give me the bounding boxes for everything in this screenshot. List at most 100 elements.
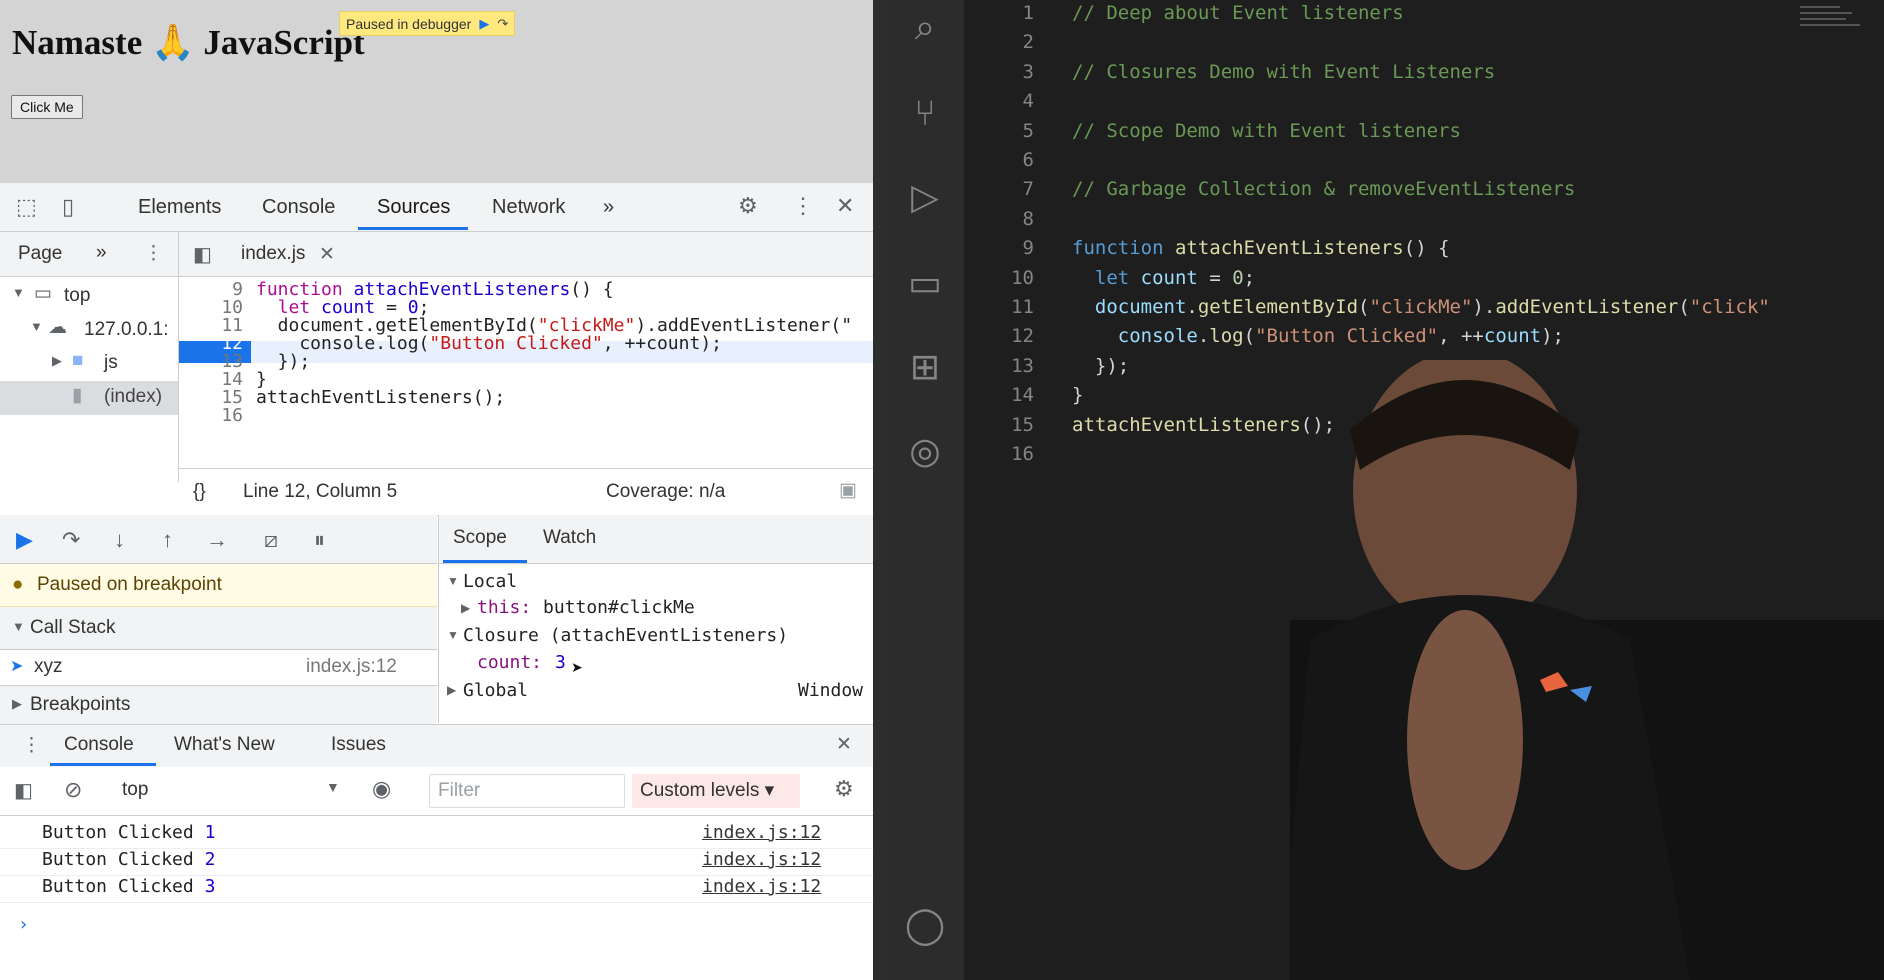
minimap[interactable] [1800, 4, 1866, 30]
line-number[interactable]: 16 [179, 405, 243, 426]
editor-code-line[interactable]: } [1072, 384, 1083, 406]
scope-this-value[interactable]: button#clickMe [543, 597, 695, 618]
expand-arrow-icon[interactable]: ▼ [30, 319, 43, 334]
filter-input[interactable]: Filter [429, 774, 625, 808]
console-log-source-link[interactable]: index.js:12 [702, 876, 821, 897]
expand-arrow-icon[interactable]: ▼ [447, 574, 459, 588]
scope-local[interactable]: Local [463, 571, 517, 592]
call-frame-row[interactable]: ➤ xyz index.js:12 [0, 650, 437, 684]
call-stack-header[interactable]: Call Stack [30, 617, 116, 639]
inspect-element-icon[interactable]: ⬚ [16, 194, 37, 220]
more-tabs-button[interactable]: » [603, 196, 614, 219]
collapse-arrow-icon[interactable]: ▶ [461, 601, 470, 615]
scope-global[interactable]: Global [463, 680, 528, 701]
collapse-arrow-icon[interactable]: ▶ [447, 683, 456, 697]
source-control-icon[interactable]: ⑂ [886, 92, 964, 134]
devtools-tab-bar: ⬚ ▯ Elements Console Sources Network » ⚙… [0, 183, 873, 232]
breakpoints-section[interactable]: ▶ Breakpoints [0, 685, 437, 725]
pretty-print-button[interactable]: {} [193, 481, 206, 503]
editor-code-line[interactable]: function attachEventListeners() { [1072, 237, 1450, 259]
navigator-pane: Page » ⋮ ▼ ▭ top ▼ ☁ 127.0.0.1: ▶ ■ js ▮… [0, 232, 179, 482]
tab-watch[interactable]: Watch [543, 527, 596, 549]
drawer-menu-icon[interactable]: ⋮ [22, 734, 41, 757]
coverage-toggle-icon[interactable]: ▣ [839, 479, 857, 502]
tab-scope[interactable]: Scope [453, 527, 507, 549]
tree-item-host[interactable]: 127.0.0.1: [84, 319, 169, 341]
step-icon[interactable]: → [206, 527, 228, 553]
resume-icon[interactable]: ▶ [16, 527, 33, 553]
call-frame-name[interactable]: xyz [34, 656, 63, 678]
run-debug-icon[interactable]: ▷ [886, 176, 964, 218]
remote-explorer-icon[interactable]: ▭ [886, 262, 964, 304]
editor-code-line[interactable]: // Scope Demo with Event listeners [1072, 120, 1461, 142]
drawer-tab-console[interactable]: Console [64, 734, 134, 756]
settings-gear-icon[interactable]: ⚙ [738, 193, 758, 219]
show-sidebar-icon[interactable]: ◧ [14, 778, 33, 803]
tab-console[interactable]: Console [262, 196, 335, 219]
close-drawer-icon[interactable]: ✕ [836, 733, 852, 756]
context-selector[interactable]: top [122, 779, 148, 801]
presenter-webcam-overlay [1290, 360, 1884, 980]
collapse-arrow-icon[interactable]: ▶ [52, 353, 62, 369]
navigator-menu-icon[interactable]: ⋮ [144, 242, 163, 265]
editor-line-number: 4 [1022, 90, 1034, 113]
step-into-icon[interactable]: ↓ [114, 527, 125, 553]
expand-arrow-icon[interactable]: ▼ [447, 628, 459, 642]
collapse-arrow-icon[interactable]: ▶ [12, 696, 22, 712]
tree-item-index[interactable]: (index) [104, 386, 162, 408]
editor-code-line[interactable]: let count = 0; [1072, 267, 1255, 289]
editor-code-line[interactable]: }); [1072, 355, 1129, 377]
editor-code-line[interactable]: console.log("Button Clicked", ++count); [1072, 325, 1564, 347]
page-viewport: Namaste 🙏 JavaScript Paused in debugger … [0, 0, 873, 183]
console-log-source-link[interactable]: index.js:12 [702, 849, 821, 870]
editor-line-number: 8 [1022, 207, 1034, 230]
deactivate-breakpoints-icon[interactable]: ⧄ [264, 527, 278, 553]
editor-code-line[interactable]: document.getElementById("clickMe").addEv… [1072, 296, 1770, 318]
expand-arrow-icon[interactable]: ▼ [12, 285, 25, 300]
editor-line-number: 13 [1011, 354, 1034, 377]
source-code-view[interactable]: 9 function attachEventListeners() {10 let… [179, 277, 873, 467]
dropdown-arrow-icon[interactable]: ▼ [326, 779, 340, 795]
git-graph-icon[interactable]: ◎ [886, 430, 964, 472]
console-prompt-icon[interactable]: › [18, 914, 29, 935]
extensions-icon[interactable]: ⊞ [886, 346, 964, 388]
scope-count-value[interactable]: 3 [555, 652, 566, 673]
editor-code-line[interactable]: // Deep about Event listeners [1072, 2, 1404, 24]
toggle-navigator-icon[interactable]: ◧ [193, 242, 212, 267]
drawer-tab-issues[interactable]: Issues [331, 734, 386, 756]
tree-item-top[interactable]: top [64, 285, 90, 307]
editor-tab-index-js[interactable]: index.js [241, 243, 305, 265]
drawer-tab-whats-new[interactable]: What's New [174, 734, 275, 756]
editor-code-line[interactable]: // Garbage Collection & removeEventListe… [1072, 178, 1575, 200]
tab-page[interactable]: Page [18, 243, 62, 265]
tree-item-js[interactable]: js [104, 352, 118, 374]
clear-console-icon[interactable]: ⊘ [64, 777, 82, 803]
step-over-icon[interactable]: ↷ [62, 527, 80, 553]
resume-icon[interactable]: ▶ [479, 16, 489, 32]
close-devtools-icon[interactable]: ✕ [836, 193, 854, 219]
call-frame-location[interactable]: index.js:12 [306, 656, 397, 678]
scope-global-value: Window [798, 680, 864, 701]
scope-closure[interactable]: Closure (attachEventListeners) [463, 625, 788, 646]
breakpoints-header[interactable]: Breakpoints [30, 694, 130, 716]
expand-arrow-icon[interactable]: ▼ [12, 619, 25, 634]
pause-on-exceptions-icon[interactable]: ⏸ [314, 527, 325, 553]
close-tab-icon[interactable]: ✕ [319, 243, 335, 266]
device-toolbar-icon[interactable]: ▯ [62, 194, 74, 220]
click-me-button[interactable]: Click Me [11, 95, 83, 119]
console-log-source-link[interactable]: index.js:12 [702, 822, 821, 843]
custom-levels-dropdown[interactable]: Custom levels ▾ [632, 774, 800, 808]
tab-network[interactable]: Network [492, 196, 565, 219]
editor-code-line[interactable]: // Closures Demo with Event Listeners [1072, 61, 1495, 83]
step-over-icon[interactable]: ↷ [497, 16, 508, 32]
console-settings-gear-icon[interactable]: ⚙ [834, 776, 854, 802]
tab-elements[interactable]: Elements [138, 196, 221, 219]
account-icon[interactable]: ◯ [886, 904, 964, 946]
tab-sources[interactable]: Sources [377, 196, 450, 219]
navigator-more-button[interactable]: » [96, 242, 107, 264]
call-stack-section[interactable]: ▼ Call Stack [0, 607, 437, 650]
live-expression-eye-icon[interactable]: ◉ [372, 776, 391, 802]
search-icon[interactable]: ⌕ [886, 6, 964, 49]
more-options-icon[interactable]: ⋮ [792, 193, 814, 219]
step-out-icon[interactable]: ↑ [162, 527, 173, 553]
